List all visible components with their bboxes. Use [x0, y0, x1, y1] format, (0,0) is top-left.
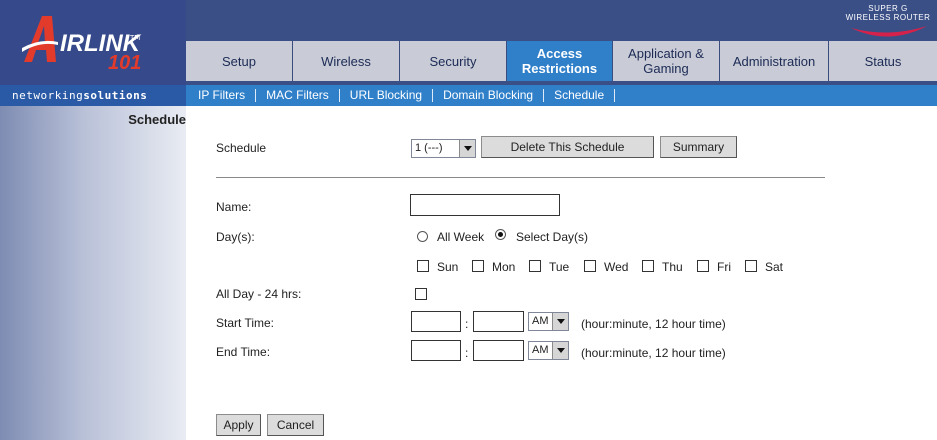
end-time-hint: (hour:minute, 12 hour time): [581, 346, 726, 360]
end-ampm-value: AM: [532, 344, 549, 356]
start-minute-input[interactable]: [473, 311, 524, 332]
schedule-label: Schedule: [216, 141, 267, 155]
tab-access-restrictions[interactable]: Access Restrictions: [507, 41, 613, 81]
tab-security[interactable]: Security: [400, 41, 507, 81]
chevron-down-icon: [552, 313, 568, 330]
sidebar-title: Schedule: [128, 112, 186, 127]
name-label: Name:: [216, 200, 252, 214]
start-ampm-select[interactable]: AM: [528, 312, 569, 331]
day-label-thu: Thu: [662, 260, 683, 274]
apply-button[interactable]: Apply: [216, 414, 261, 436]
day-label-fri: Fri: [717, 260, 731, 274]
brand-line2: WIRELESS ROUTER: [845, 13, 931, 22]
all-week-radio[interactable]: [417, 231, 428, 242]
tab-wireless[interactable]: Wireless: [293, 41, 400, 81]
subnav-schedule[interactable]: Schedule: [544, 89, 616, 102]
start-time-separator: :: [465, 317, 469, 331]
super-g-brand: SUPER G WIRELESS ROUTER: [843, 4, 933, 38]
subnav-domain-blocking[interactable]: Domain Blocking: [433, 89, 545, 102]
sub-navigation: IP Filters MAC Filters URL Blocking Doma…: [186, 85, 616, 106]
start-ampm-value: AM: [532, 315, 549, 327]
end-ampm-select[interactable]: AM: [528, 341, 569, 360]
day-label-sun: Sun: [437, 260, 459, 274]
sidebar: Schedule: [0, 106, 186, 440]
chevron-down-icon: [552, 342, 568, 359]
day-checkbox-thu[interactable]: [642, 260, 654, 272]
days-label: Day(s):: [216, 230, 255, 244]
brand-line1: SUPER G: [868, 4, 908, 13]
logo-number: 101: [108, 52, 142, 74]
delete-schedule-button[interactable]: Delete This Schedule: [481, 136, 654, 158]
day-label-tue: Tue: [549, 260, 570, 274]
airlink-a-logo-icon: [22, 16, 58, 62]
start-time-hint: (hour:minute, 12 hour time): [581, 317, 726, 331]
day-checkbox-sun[interactable]: [417, 260, 429, 272]
tagline: networkingsolutions: [0, 85, 186, 106]
header: IRLINK TM 101 SUPER G WIRELESS ROUTER Se…: [0, 0, 937, 85]
schedule-select[interactable]: 1 (---): [411, 139, 476, 158]
day-label-wed: Wed: [604, 260, 629, 274]
divider: [216, 177, 825, 178]
start-hour-input[interactable]: [411, 311, 461, 332]
start-time-label: Start Time:: [216, 316, 275, 330]
main-tabs: Setup Wireless Security Access Restricti…: [186, 41, 937, 81]
select-days-radio[interactable]: [495, 229, 506, 240]
day-checkbox-sat[interactable]: [745, 260, 757, 272]
day-checkbox-wed[interactable]: [584, 260, 596, 272]
tab-status[interactable]: Status: [829, 41, 937, 81]
name-input[interactable]: [410, 194, 560, 216]
day-label-sat: Sat: [765, 260, 784, 274]
tab-administration[interactable]: Administration: [720, 41, 829, 81]
subnav-url-blocking[interactable]: URL Blocking: [340, 89, 434, 102]
subnav-ip-filters[interactable]: IP Filters: [196, 89, 257, 102]
all-day-checkbox[interactable]: [415, 288, 427, 300]
tagline-normal: networking: [12, 89, 84, 102]
brand-swoosh-icon: [851, 26, 927, 37]
tab-application-gaming[interactable]: Application & Gaming: [613, 41, 720, 81]
day-label-mon: Mon: [492, 260, 516, 274]
all-day-label: All Day - 24 hrs:: [216, 287, 302, 301]
all-week-label: All Week: [437, 230, 485, 244]
tagline-bold: solutions: [83, 89, 148, 102]
day-checkbox-mon[interactable]: [472, 260, 484, 272]
summary-button[interactable]: Summary: [660, 136, 737, 158]
day-checkbox-fri[interactable]: [697, 260, 709, 272]
logo-tm: TM: [130, 34, 141, 42]
end-hour-input[interactable]: [411, 340, 461, 361]
chevron-down-icon: [459, 140, 475, 157]
schedule-select-value: 1 (---): [415, 142, 443, 154]
tab-setup[interactable]: Setup: [186, 41, 293, 81]
subnav-mac-filters[interactable]: MAC Filters: [256, 89, 340, 102]
airlink-logo: IRLINK TM 101: [0, 0, 186, 85]
cancel-button[interactable]: Cancel: [267, 414, 324, 436]
day-checkbox-tue[interactable]: [529, 260, 541, 272]
end-minute-input[interactable]: [473, 340, 524, 361]
select-days-label: Select Day(s): [516, 230, 589, 244]
end-time-separator: :: [465, 346, 469, 360]
schedule-form: Schedule 1 (---) Delete This Schedule Su…: [186, 106, 937, 440]
end-time-label: End Time:: [216, 345, 271, 359]
